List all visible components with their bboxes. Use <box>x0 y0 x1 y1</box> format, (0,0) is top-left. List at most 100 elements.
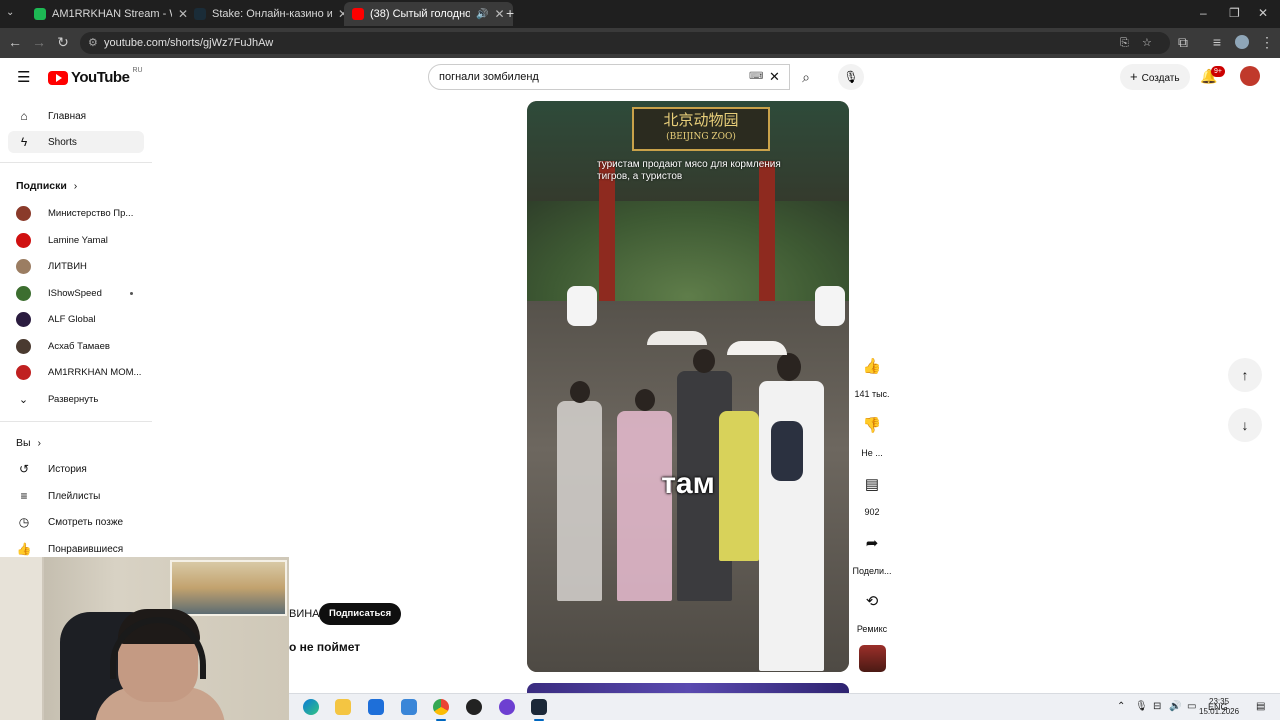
arrow-down-icon: ↓ <box>1241 417 1249 433</box>
next-short-preview[interactable] <box>527 683 849 693</box>
subscription-item[interactable]: Lamine Yamal <box>16 231 108 249</box>
previous-short-button[interactable]: ↑ <box>1228 358 1262 392</box>
back-icon[interactable]: ← <box>6 34 24 50</box>
keyboard-icon[interactable]: ⌨ <box>749 65 763 89</box>
next-short-button[interactable]: ↓ <box>1228 408 1262 442</box>
close-tab-icon[interactable]: ✕ <box>494 7 504 21</box>
sidebar-item-history[interactable]: ↺ История <box>8 458 144 480</box>
app-icon[interactable] <box>499 699 515 715</box>
install-icon[interactable]: ⎘ <box>1120 32 1129 54</box>
remix-button[interactable]: ⟲ Ремикс <box>848 585 896 634</box>
site-info-icon[interactable]: ⚙ <box>88 32 98 54</box>
channel-name: AM1RRKHAN МОМ... <box>48 366 142 378</box>
sound-thumbnail[interactable] <box>859 645 886 672</box>
profile-avatar[interactable] <box>1235 35 1249 49</box>
bookmark-star-icon[interactable]: ☆ <box>1142 32 1152 54</box>
sidebar-item-label: Понравившиеся <box>48 543 124 555</box>
channel-avatar <box>16 258 31 274</box>
subscription-item[interactable]: Министерство Пр... <box>16 204 133 222</box>
steam-icon[interactable] <box>531 699 547 721</box>
subscribe-button[interactable]: Подписаться <box>319 603 402 625</box>
sidebar-item-watch-later[interactable]: ◷ Смотреть позже <box>8 511 144 533</box>
new-content-dot <box>130 292 133 295</box>
account-avatar[interactable] <box>1240 66 1260 86</box>
microphone-tray-icon[interactable]: 🎙 <box>1135 701 1148 712</box>
tab-youtube[interactable]: (38) Сытый голодного не 🔊 ✕ <box>344 2 513 26</box>
chrome-icon[interactable] <box>433 699 449 721</box>
edge-icon[interactable] <box>303 699 319 715</box>
minimize-icon[interactable]: – <box>1200 6 1207 20</box>
head <box>777 353 801 381</box>
notification-center-icon[interactable]: ▤ <box>1256 701 1265 712</box>
share-button[interactable]: ➦ Подели... <box>848 527 896 576</box>
remix-icon: ⟲ <box>865 593 879 610</box>
channel-avatar <box>16 285 31 301</box>
shorts-video-player[interactable]: 北京动物园 (BEIJING ZOO) туристам продают мяс… <box>527 101 849 672</box>
tab-search-icon[interactable]: ⌄ <box>6 7 14 18</box>
share-label: Подели... <box>852 566 892 576</box>
door <box>0 557 44 720</box>
tab-am1rrkhan[interactable]: AM1RRKHAN Stream - Watch L ✕ <box>26 2 196 26</box>
dislike-button[interactable]: 👎 Не ... <box>848 409 896 458</box>
audio-playing-icon[interactable]: 🔊 <box>476 9 488 20</box>
head <box>693 349 715 373</box>
forward-icon[interactable]: → <box>30 34 48 50</box>
subscription-item[interactable]: IShowSpeed <box>16 284 102 302</box>
create-button[interactable]: + Создать <box>1120 64 1190 90</box>
media-control-icon[interactable]: ≡ <box>1208 34 1226 50</box>
you-header[interactable]: Вы › <box>16 437 41 449</box>
hamburger-menu-icon[interactable]: ☰ <box>17 68 30 86</box>
voice-search-button[interactable]: 🎙 <box>838 64 864 90</box>
address-bar[interactable]: ⚙ youtube.com/shorts/gjWz7FuJhAw ⎘ ☆ <box>80 32 1170 54</box>
battery-icon[interactable]: ▭ <box>1187 701 1196 712</box>
app-icon[interactable] <box>401 699 417 715</box>
menu-icon[interactable]: ⋮ <box>1258 34 1276 51</box>
search-input[interactable]: погнали зомбиленд ⌨ ✕ <box>428 64 790 90</box>
umbrella <box>727 341 787 355</box>
history-icon: ↺ <box>18 462 30 476</box>
clock[interactable]: 23:35 15.01.2026 <box>1199 697 1239 717</box>
subscription-item[interactable]: Асхаб Тамаев <box>16 337 110 355</box>
tab-label: Stake: Онлайн-казино и ставк <box>212 8 332 20</box>
network-icon[interactable]: ⊟ <box>1153 701 1161 712</box>
sidebar-item-shorts[interactable]: ϟ Shorts <box>8 131 144 153</box>
tab-stake[interactable]: Stake: Онлайн-казино и ставк ✕ <box>186 2 356 26</box>
expand-subscriptions[interactable]: ⌄ Развернуть <box>16 390 98 408</box>
sidebar-item-home[interactable]: ⌂ Главная <box>8 105 144 127</box>
subscriptions-header[interactable]: Подписки › <box>16 180 77 192</box>
volume-icon[interactable]: 🔊 <box>1169 701 1181 712</box>
channel-avatar <box>16 205 31 221</box>
divider <box>0 162 152 163</box>
search-button[interactable]: ⌕ <box>790 64 822 90</box>
clear-search-icon[interactable]: ✕ <box>769 65 780 89</box>
calculator-icon[interactable] <box>368 699 384 715</box>
video-subtitle: там <box>661 467 715 500</box>
youtube-logo[interactable]: YouTube RU <box>48 67 143 86</box>
reload-icon[interactable]: ↻ <box>54 34 72 51</box>
channel-avatar <box>16 311 31 327</box>
restore-icon[interactable]: ❐ <box>1229 6 1240 20</box>
microphone-icon: 🎙 <box>843 70 859 84</box>
file-explorer-icon[interactable] <box>335 699 351 715</box>
channel-name[interactable]: ВИНА <box>289 608 320 620</box>
subscription-item[interactable]: AM1RRKHAN МОМ... <box>16 363 141 381</box>
shorts-icon: ϟ <box>20 135 28 149</box>
sidebar-item-playlists[interactable]: ≡ Плейлисты <box>8 485 144 507</box>
head <box>570 381 590 403</box>
like-button[interactable]: 👍 141 тыс. <box>848 350 896 399</box>
obs-icon[interactable] <box>466 699 482 715</box>
kick-icon <box>34 8 46 20</box>
thumbs-down-icon: 👎 <box>862 417 882 434</box>
tab-label: AM1RRKHAN Stream - Watch L <box>52 8 172 20</box>
extensions-icon[interactable]: ⧉ <box>1174 34 1192 51</box>
share-icon: ➦ <box>865 535 879 552</box>
comments-button[interactable]: ▤ 902 <box>848 468 896 517</box>
close-window-icon[interactable]: ✕ <box>1258 6 1268 20</box>
subscription-item[interactable]: ALF Global <box>16 310 96 328</box>
subscriptions-title: Подписки <box>16 180 67 192</box>
new-tab-icon[interactable]: + <box>506 5 514 21</box>
subscription-item[interactable]: ЛИТВИН <box>16 257 87 275</box>
windows-taskbar: ⌃ 🎙 ⊟ 🔊 ▭ ENG 23:35 15.01.2026 ▤ <box>289 693 1280 721</box>
divider <box>0 421 152 422</box>
tray-chevron-icon[interactable]: ⌃ <box>1117 701 1125 712</box>
